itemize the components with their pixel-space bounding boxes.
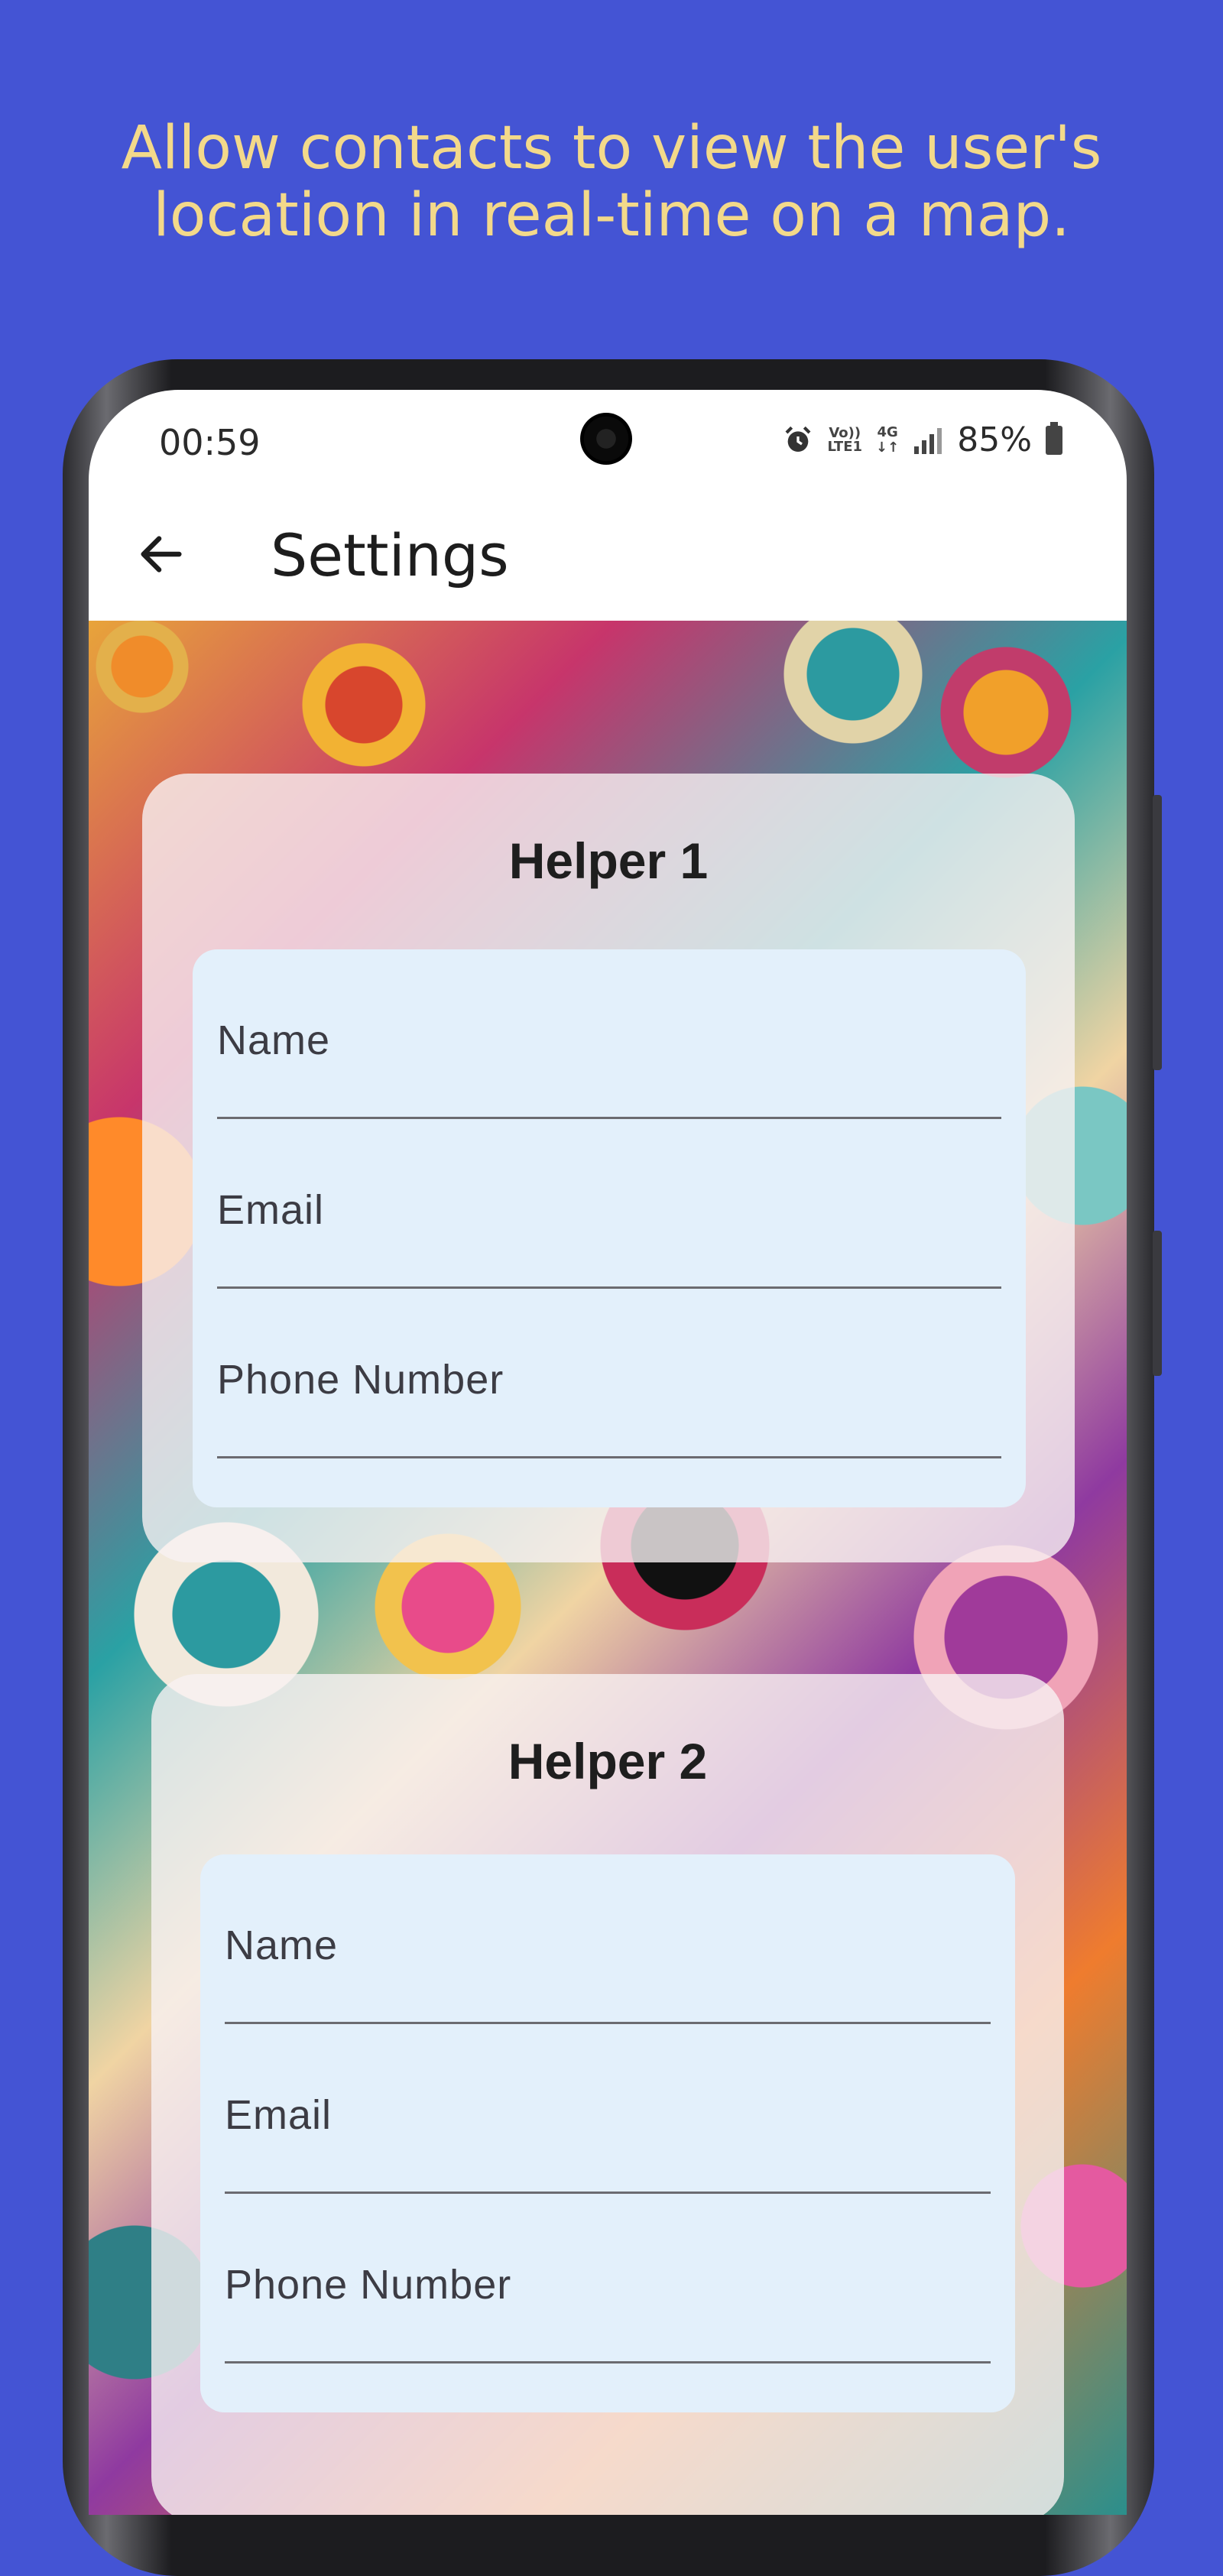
volte-icon: Vo)) LTE1 <box>827 424 863 455</box>
helper-fields: Name Email Phone Number <box>193 949 1026 1507</box>
caption-line-2: location in real-time on a map. <box>153 181 1070 250</box>
helper-card-title: Helper 1 <box>508 832 709 889</box>
status-bar: 00:59 Vo)) LTE1 4G ↓↑ 85% <box>89 390 1127 489</box>
phone-number-field[interactable]: Phone Number <box>225 2194 991 2363</box>
signal-icon <box>914 427 942 454</box>
front-camera <box>580 413 632 465</box>
network-4g-icon: 4G ↓↑ <box>876 423 900 456</box>
email-field[interactable]: Email <box>217 1119 1001 1289</box>
battery-icon <box>1046 421 1062 455</box>
phone-number-field[interactable]: Phone Number <box>217 1289 1001 1458</box>
name-field-label: Name <box>225 1922 339 1968</box>
page-title: Settings <box>271 521 509 589</box>
email-field-label: Email <box>225 2092 333 2138</box>
name-field[interactable]: Name <box>225 1854 991 2024</box>
volume-button <box>1153 795 1162 1070</box>
alarm-icon <box>785 426 811 452</box>
field-underline <box>225 2361 991 2363</box>
helper-card-2: Helper 2 Name Email Phone Number <box>151 1674 1064 2515</box>
phone-number-field-label: Phone Number <box>217 1357 504 1403</box>
email-field[interactable]: Email <box>225 2024 991 2194</box>
settings-content: Helper 1 Name Email Phone Number Helper … <box>89 621 1127 2515</box>
app-bar: Settings <box>89 489 1127 621</box>
helper-fields: Name Email Phone Number <box>200 1854 1015 2412</box>
name-field-label: Name <box>217 1017 331 1063</box>
helper-card-1: Helper 1 Name Email Phone Number <box>142 774 1075 1562</box>
name-field[interactable]: Name <box>217 949 1001 1119</box>
helper-card-title: Helper 2 <box>508 1733 708 1789</box>
power-button <box>1153 1231 1162 1376</box>
phone-screen: 00:59 Vo)) LTE1 4G ↓↑ 85% Settings Helpe… <box>89 390 1127 2515</box>
status-time: 00:59 <box>159 422 261 463</box>
email-field-label: Email <box>217 1187 325 1233</box>
promo-caption: Allow contacts to view the user's locati… <box>0 115 1223 249</box>
battery-percentage: 85% <box>957 420 1032 459</box>
phone-number-field-label: Phone Number <box>225 2262 512 2308</box>
field-underline <box>217 1456 1001 1458</box>
back-arrow-icon[interactable] <box>135 527 188 581</box>
caption-line-1: Allow contacts to view the user's <box>121 114 1102 183</box>
status-icons: Vo)) LTE1 4G ↓↑ 85% <box>783 420 1062 459</box>
